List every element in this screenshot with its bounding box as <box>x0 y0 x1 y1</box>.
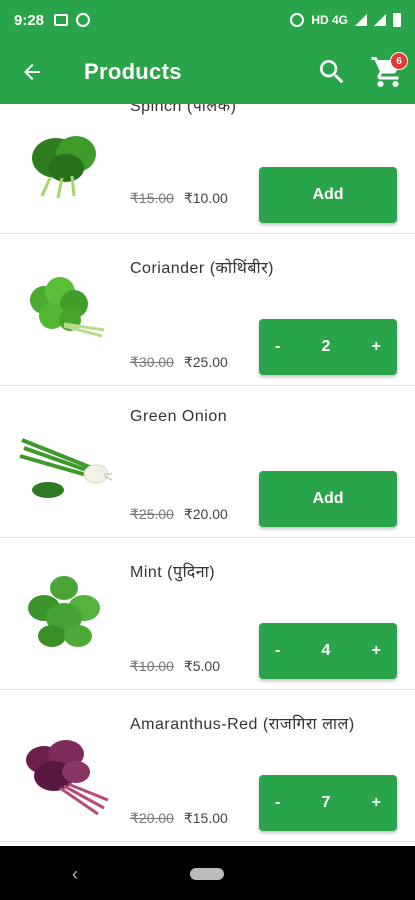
increase-button[interactable]: + <box>372 642 381 660</box>
battery-icon <box>393 13 401 27</box>
list-item: Coriander (कोथिंबीर) ₹30.00 ₹25.00 - 2 + <box>0 234 415 386</box>
old-price: ₹10.00 <box>130 658 174 674</box>
old-price: ₹20.00 <box>130 810 174 826</box>
list-item: Mint (पुदिना) ₹10.00 ₹5.00 - 4 + <box>0 538 415 690</box>
amaranthus-red-image <box>26 740 109 816</box>
price: ₹25.00 <box>183 354 228 370</box>
gallery-notification-icon <box>54 14 69 26</box>
quantity-stepper: - 4 + <box>259 623 397 679</box>
page-title: Products <box>84 59 182 84</box>
old-price: ₹15.00 <box>130 190 174 206</box>
status-time: 9:28 <box>14 11 45 29</box>
product-prices: ₹20.00 ₹15.00 <box>130 810 228 827</box>
alarm-icon <box>290 13 305 27</box>
signal-icon-2 <box>374 14 386 26</box>
add-button[interactable]: Add <box>259 167 397 223</box>
price: ₹20.00 <box>183 506 228 522</box>
product-name: Mint (पुदिना) <box>130 564 216 581</box>
quantity-value: 2 <box>321 338 331 355</box>
old-price: ₹30.00 <box>130 354 174 370</box>
product-prices: ₹25.00 ₹20.00 <box>130 506 228 523</box>
list-item: Green Onion ₹25.00 ₹20.00 Add <box>0 386 415 538</box>
quantity-stepper: - 7 + <box>259 775 397 831</box>
nav-home-pill[interactable] <box>190 868 224 880</box>
cart-count-badge: 6 <box>390 52 408 70</box>
add-button[interactable]: Add <box>259 471 397 527</box>
network-type: HD 4G <box>311 13 348 27</box>
quantity-value: 4 <box>321 642 331 659</box>
decrease-button[interactable]: - <box>275 794 280 812</box>
arrow-left-icon <box>24 64 40 80</box>
nav-back-icon[interactable]: ‹ <box>72 864 78 885</box>
system-nav-bar: ‹ <box>0 846 415 900</box>
product-name: Coriander (कोथिंबीर) <box>130 260 274 277</box>
price: ₹15.00 <box>183 810 228 826</box>
increase-button[interactable]: + <box>372 794 381 812</box>
decrease-button[interactable]: - <box>275 338 280 356</box>
product-prices: ₹15.00 ₹10.00 <box>130 190 228 207</box>
list-item: Amaranthus-Red (राजगिरा लाल) ₹20.00 ₹15.… <box>0 690 415 842</box>
product-prices: ₹30.00 ₹25.00 <box>130 354 228 371</box>
product-name: Amaranthus-Red (राजगिरा लाल) <box>130 716 355 733</box>
decrease-button[interactable]: - <box>275 642 280 660</box>
product-list: Spinch (पालक) ₹15.00 ₹10.00 Add Coriande… <box>0 104 415 846</box>
sync-notification-icon <box>76 13 91 27</box>
search-icon[interactable] <box>316 56 348 88</box>
spinach-image <box>32 136 96 199</box>
coriander-image <box>30 277 105 338</box>
product-prices: ₹10.00 ₹5.00 <box>130 658 220 675</box>
status-bar: 9:28 HD 4G <box>0 0 415 40</box>
old-price: ₹25.00 <box>130 506 174 522</box>
back-button[interactable] <box>0 40 64 104</box>
list-item: Spinch (पालक) ₹15.00 ₹10.00 Add <box>0 104 415 234</box>
quantity-stepper: - 2 + <box>259 319 397 375</box>
app-bar: Products 6 <box>0 40 415 104</box>
increase-button[interactable]: + <box>372 338 381 356</box>
green-onion-image <box>19 438 113 498</box>
price: ₹10.00 <box>183 190 228 206</box>
price: ₹5.00 <box>183 658 220 674</box>
product-name: Green Onion <box>130 408 228 425</box>
mint-image <box>28 576 100 647</box>
quantity-value: 7 <box>321 794 331 811</box>
product-name: Spinch (पालक) <box>130 104 237 115</box>
signal-icon <box>355 14 367 26</box>
